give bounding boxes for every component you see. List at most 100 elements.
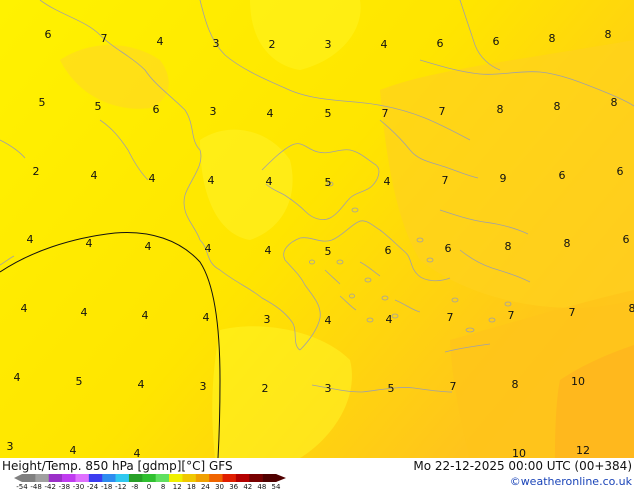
field-value-label: 8 — [549, 32, 556, 45]
field-value-label: 8 — [611, 96, 618, 109]
colorbar-swatch — [249, 474, 263, 482]
colorbar-swatch — [195, 474, 210, 482]
field-value-label: 7 — [442, 174, 449, 187]
colorbar-tick-label: 30 — [215, 483, 224, 490]
valid-time: Mo 22-12-2025 00:00 UTC (00+384) — [413, 459, 632, 473]
field-value-label: 5 — [95, 100, 102, 113]
field-value-label: 6 — [445, 242, 452, 255]
field-value-label: 8 — [629, 302, 634, 315]
colorbar-swatch — [155, 474, 170, 482]
field-value-label: 3 — [210, 105, 217, 118]
field-value-label: 5 — [325, 245, 332, 258]
colorbar-swatch — [115, 474, 130, 482]
colorbar-swatch — [262, 474, 277, 482]
field-value-label: 5 — [325, 176, 332, 189]
field-value-label: 5 — [76, 375, 83, 388]
weather-map-view: 6743234668855634577888244445479664444456… — [0, 0, 634, 490]
colorbar-tick-label: 24 — [201, 483, 210, 490]
field-value-label: 4 — [86, 237, 93, 250]
colorbar-tick-label: 36 — [229, 483, 238, 490]
field-value-label: 8 — [505, 240, 512, 253]
colorbar-tick-label: 54 — [272, 483, 281, 490]
chart-title: Height/Temp. 850 hPa [gdmp][°C] GFS — [2, 459, 233, 473]
field-value-label: 2 — [33, 165, 40, 178]
field-value-label: 4 — [70, 444, 77, 457]
field-value-label: 4 — [208, 174, 215, 187]
field-value-label: 9 — [500, 172, 507, 185]
field-value-label: 8 — [497, 103, 504, 116]
temperature-map: 6 7 4 3 2 3 4 6 6 8 8 5 5 6 3 4 5 7 7 8 8 8 2 4 4 4 4 5 4 7 9 6 6 4 4 4 4 4 5 6… — [0, 0, 634, 458]
field-value-label: 8 — [554, 100, 561, 113]
field-value-label: 4 — [265, 244, 272, 257]
field-value-label: 4 — [325, 314, 332, 327]
colorbar-swatch — [102, 474, 116, 482]
field-value-label: 12 — [576, 444, 590, 457]
field-value-label: 4 — [138, 378, 145, 391]
field-value-label: 6 — [153, 103, 160, 116]
field-value-label: 6 — [437, 37, 444, 50]
field-value-label: 4 — [145, 240, 152, 253]
colorbar-swatch — [222, 474, 237, 482]
colorbar-left-arrow — [14, 474, 22, 482]
footer-panel: Height/Temp. 850 hPa [gdmp][°C] GFS Mo 2… — [0, 458, 634, 490]
field-value-label: 6 — [45, 28, 52, 41]
field-value-label: 4 — [157, 35, 164, 48]
field-value-label: 7 — [439, 105, 446, 118]
colorbar-tick-label: -30 — [73, 483, 84, 490]
field-value-label: 4 — [203, 311, 210, 324]
field-value-label: 10 — [512, 447, 526, 458]
field-value-label: 3 — [7, 440, 14, 453]
field-value-label: 4 — [81, 306, 88, 319]
field-value-label: 4 — [266, 175, 273, 188]
colorbar-tick-label: 18 — [187, 483, 196, 490]
colorbar-tick-label: -42 — [45, 483, 56, 490]
field-value-label: 4 — [134, 447, 141, 458]
colorbar-swatch — [35, 474, 50, 482]
colorbar-tick-label: 48 — [257, 483, 266, 490]
colorbar-tick-label: -18 — [101, 483, 112, 490]
field-value-label: 4 — [267, 107, 274, 120]
field-value-label: 3 — [200, 380, 207, 393]
field-value-label: 4 — [21, 302, 28, 315]
colorbar-swatch — [182, 474, 197, 482]
field-value-label: 2 — [269, 38, 276, 51]
field-value-label: 4 — [205, 242, 212, 255]
field-value-label: 7 — [101, 32, 108, 45]
colorbar-tick-label: 42 — [243, 483, 252, 490]
field-value-label: 3 — [325, 382, 332, 395]
colorbar-tick-label: 12 — [173, 483, 182, 490]
colorbar-tick-label: -48 — [30, 483, 41, 490]
colorbar-swatch — [48, 474, 63, 482]
colorbar-tick-label: -38 — [59, 483, 70, 490]
colorbar-right-arrow — [276, 474, 286, 482]
field-value-label: 6 — [623, 233, 630, 246]
colorbar-swatch — [22, 474, 36, 482]
colorbar-swatch — [88, 474, 103, 482]
colorbar-swatch — [128, 474, 143, 482]
field-value-label: 4 — [142, 309, 149, 322]
field-value-label: 6 — [559, 169, 566, 182]
field-value-label: 7 — [508, 309, 515, 322]
field-value-label: 8 — [605, 28, 612, 41]
field-value-label: 8 — [512, 378, 519, 391]
field-value-label: 3 — [325, 38, 332, 51]
field-value-label: 7 — [569, 306, 576, 319]
field-value-label: 5 — [388, 382, 395, 395]
colorbar: -54 -48 -42 -38 -30 -24 -18 -12 -8 0 8 12 18 24 30 36 42… — [14, 474, 286, 490]
field-value-label: 2 — [262, 382, 269, 395]
colorbar-tick-label: -12 — [115, 483, 126, 490]
colorbar-swatch — [142, 474, 156, 482]
field-value-label: 4 — [27, 233, 34, 246]
field-value-label: 6 — [385, 244, 392, 257]
colorbar-tick-label: 0 — [147, 483, 151, 490]
field-value-label: 7 — [450, 380, 457, 393]
field-value-label: 4 — [384, 175, 391, 188]
credit-link[interactable]: ©weatheronline.co.uk — [510, 475, 632, 488]
field-value-label: 4 — [149, 172, 156, 185]
field-value-label: 6 — [493, 35, 500, 48]
colorbar-tick-label: -54 — [16, 483, 28, 490]
colorbar-swatch — [169, 474, 183, 482]
colorbar-swatch — [235, 474, 250, 482]
field-value-label: 10 — [571, 375, 585, 388]
field-value-label: 4 — [14, 371, 21, 384]
